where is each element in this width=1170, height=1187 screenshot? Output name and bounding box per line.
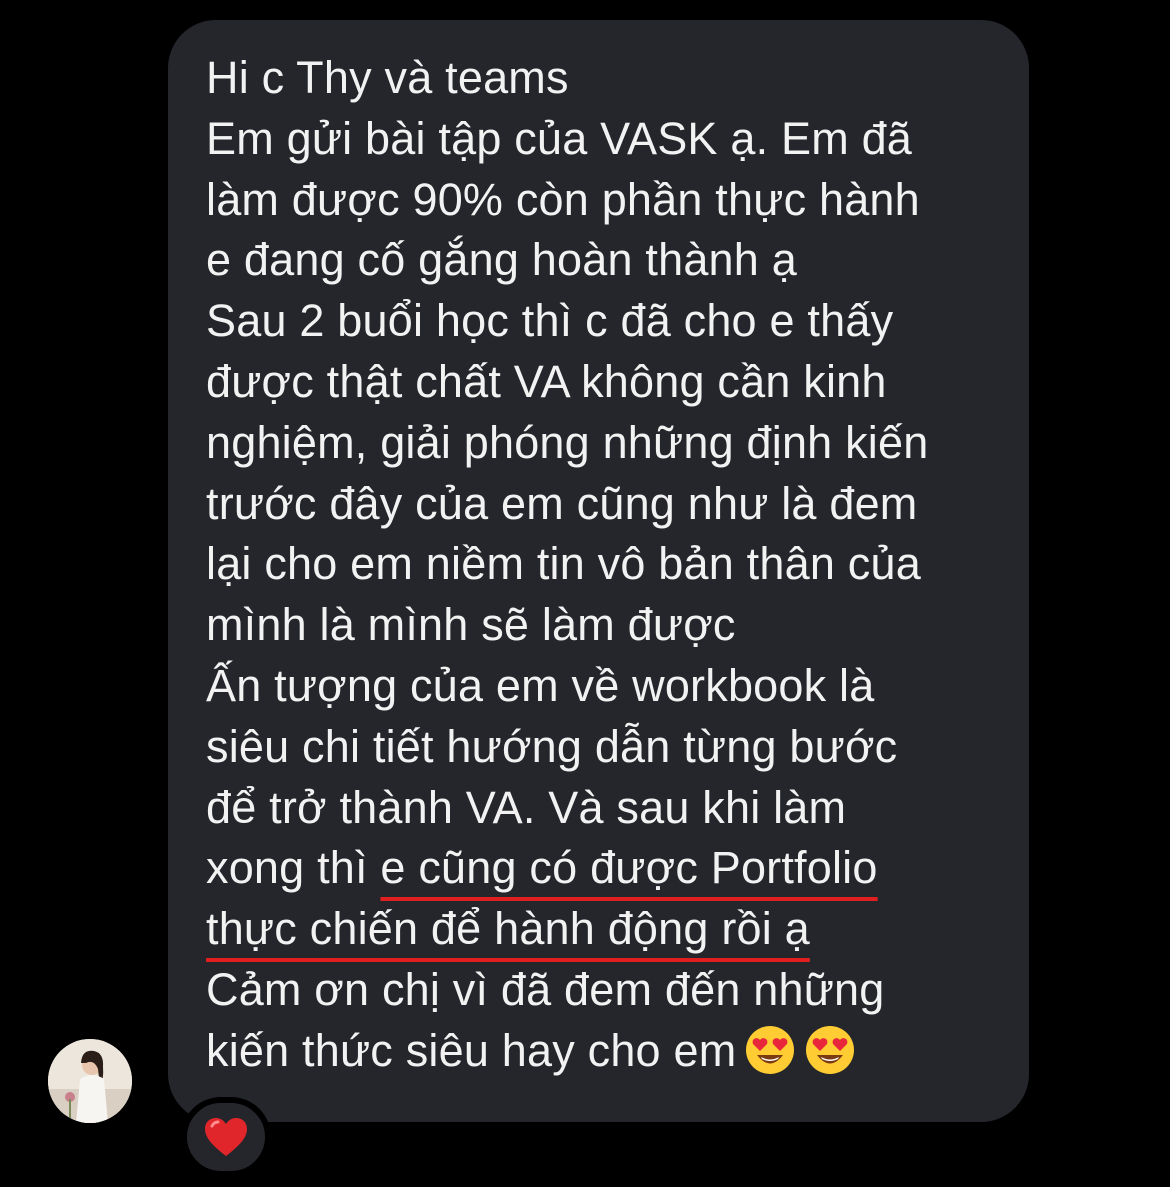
message-line: Ấn tượng của em về workbook là: [206, 659, 875, 711]
underlined-highlight: e cũng có được Portfolio: [380, 842, 878, 894]
message-line: Cảm ơn chị vì đã đem đến những: [206, 963, 885, 1015]
message-line-plain: xong thì: [206, 842, 381, 894]
message-line: thực chiến để hành động rồi ạ: [206, 899, 1006, 960]
message-line: mình là mình sẽ làm được: [206, 599, 736, 651]
reaction-badge[interactable]: [181, 1097, 271, 1177]
heart-eyes-emoji-icon: [746, 1025, 795, 1074]
message-line: được thật chất VA không cần kinh: [206, 355, 887, 407]
message-line: nghiệm, giải phóng những định kiến: [206, 416, 929, 468]
message-line: làm được 90% còn phần thực hành: [206, 173, 920, 225]
message-line: kiến thức siêu hay cho em: [206, 1021, 1006, 1082]
heart-eyes-emoji-icon: [806, 1025, 855, 1074]
message-line: e đang cố gắng hoàn thành ạ: [206, 234, 797, 286]
red-heart-icon: [205, 1118, 247, 1156]
message-line: siêu chi tiết hướng dẫn từng bước: [206, 720, 898, 772]
message-line: trước đây của em cũng như là đem: [206, 477, 918, 529]
sender-avatar[interactable]: [48, 1039, 132, 1123]
profile-photo-icon: [48, 1039, 132, 1123]
message-text: Hi c Thy và teams Em gửi bài tập của VAS…: [206, 48, 1006, 1082]
message-line: lại cho em niềm tin vô bản thân của: [206, 538, 921, 590]
message-line: Hi c Thy và teams: [206, 52, 569, 103]
underlined-highlight: thực chiến để hành động rồi ạ: [206, 903, 810, 955]
message-line: Em gửi bài tập của VASK ạ. Em đã: [206, 112, 913, 164]
message-line: Sau 2 buổi học thì c đã cho e thấy: [206, 295, 894, 347]
message-line: xong thì e cũng có được Portfolio: [206, 838, 1006, 899]
message-line-final: kiến thức siêu hay cho em: [206, 1024, 737, 1076]
message-line: để trở thành VA. Và sau khi làm: [206, 781, 847, 833]
